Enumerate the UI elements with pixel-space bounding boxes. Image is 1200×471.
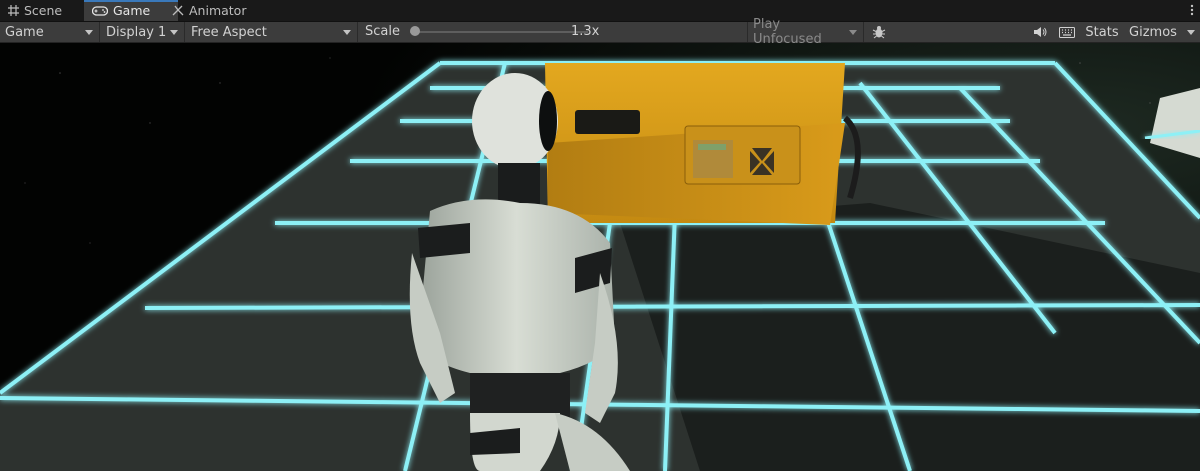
scale-slider-handle[interactable] [410,26,421,36]
display-dropdown[interactable]: Display 1 [101,22,185,42]
grid-icon [8,5,19,16]
tab-animator[interactable]: Animator [164,0,264,21]
view-dropdown[interactable]: Game [0,22,100,42]
tab-game-label: Game [113,3,151,18]
gamepad-icon [92,5,108,16]
chevron-down-icon [170,29,178,35]
chevron-down-icon [849,29,857,35]
view-dropdown-label: Game [5,24,44,40]
crate [545,63,861,225]
tab-scene[interactable]: Scene [0,0,88,21]
aspect-dropdown[interactable]: Free Aspect [186,22,358,42]
game-render [0,43,1200,471]
scale-control: Scale 1.3x [358,22,745,42]
play-mode-dropdown[interactable]: Play Unfocused [747,17,864,47]
tab-animator-label: Animator [189,3,247,18]
tab-scene-label: Scene [24,3,63,18]
display-dropdown-label: Display 1 [106,24,167,40]
keyboard-icon[interactable] [1055,22,1079,42]
animator-icon [172,5,184,16]
scale-label: Scale [365,24,400,39]
chevron-down-icon [1187,29,1195,35]
vertical-dots-icon[interactable] [1188,3,1196,17]
game-viewport[interactable] [0,43,1200,471]
scale-slider-track[interactable] [410,31,588,33]
gizmos-dropdown-button[interactable] [1183,22,1199,42]
bug-icon[interactable] [866,22,892,42]
aspect-dropdown-label: Free Aspect [191,24,267,40]
game-view-toolbar: Game Display 1 Free Aspect Scale 1.3x Pl… [0,17,1200,47]
chevron-down-icon [85,29,93,35]
window-tab-bar: Scene Game Animator [0,0,1200,22]
speaker-icon[interactable] [1029,22,1051,42]
stats-button[interactable]: Stats [1083,22,1121,42]
gizmos-button[interactable]: Gizmos [1124,22,1182,42]
scale-value: 1.3x [571,24,600,39]
chevron-down-icon [343,29,351,35]
